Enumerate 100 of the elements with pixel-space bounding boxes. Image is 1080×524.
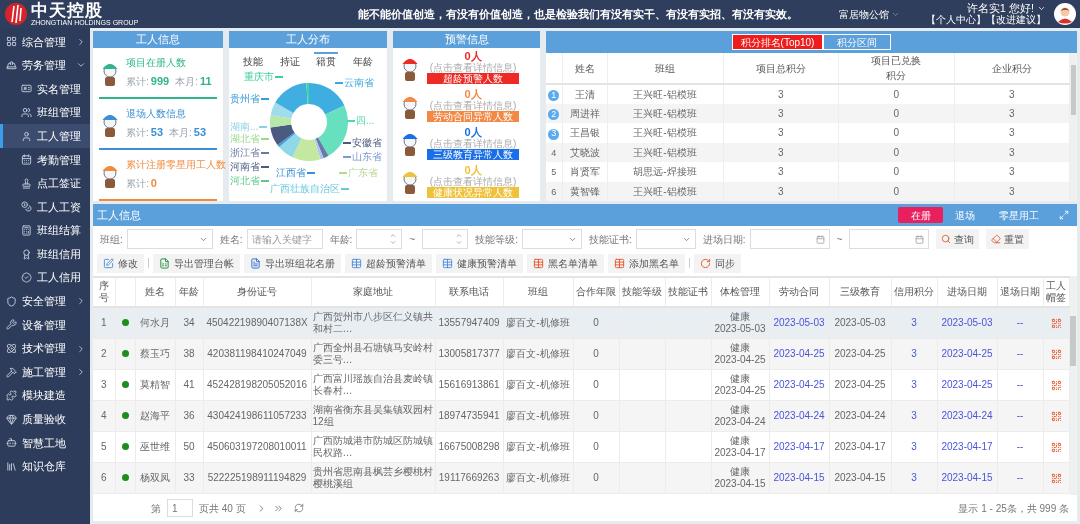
sidebar-item[interactable]: 劳务管理 — [0, 53, 90, 78]
date-field[interactable] — [849, 229, 930, 249]
table-cell: 3 — [954, 181, 1070, 201]
table-cell[interactable]: -- — [1016, 379, 1024, 390]
qr-code-icon[interactable] — [1050, 410, 1062, 422]
sidebar-item[interactable]: 工人工资 — [0, 195, 90, 219]
toolbar-button[interactable]: 添加黑名单 — [608, 253, 685, 273]
chart-tab[interactable]: 技能 — [241, 52, 266, 69]
warning-label[interactable]: 超龄预警人数 — [427, 73, 519, 85]
qr-code-icon[interactable] — [1050, 318, 1062, 330]
sidebar-item[interactable]: 模块建造 — [0, 383, 90, 408]
qr-code-icon[interactable] — [1050, 472, 1062, 484]
table-cell[interactable]: 2023-04-25 — [941, 348, 993, 359]
stat-label: 本月: — [169, 126, 192, 141]
table-cell[interactable]: 2023-04-15 — [941, 472, 993, 483]
avatar-icon[interactable] — [1054, 3, 1076, 25]
table-cell[interactable]: 3 — [911, 441, 917, 452]
table-cell[interactable]: 2023-04-25 — [773, 379, 825, 390]
sidebar-item[interactable]: 知识仓库 — [0, 454, 90, 479]
sidebar-item[interactable]: 班组管理 — [0, 100, 90, 125]
sidebar-item[interactable]: 智慧工地 — [0, 431, 90, 455]
select-field[interactable] — [635, 229, 696, 249]
table-cell[interactable]: 3 — [911, 379, 917, 390]
chart-tab[interactable]: 籍贯 — [314, 52, 339, 69]
table-cell[interactable]: 2023-05-03 — [941, 317, 993, 329]
chart-tab[interactable]: 年龄 — [350, 52, 375, 69]
table-cell[interactable]: 2023-04-17 — [941, 441, 993, 452]
qr-code-icon[interactable] — [1050, 441, 1062, 453]
table-cell[interactable]: -- — [1016, 348, 1024, 359]
qr-code-icon[interactable] — [1050, 379, 1062, 391]
user-menu[interactable]: 许名实1 您好! — [966, 2, 1046, 14]
select-field[interactable] — [126, 229, 213, 249]
column-header: 项目总积分 — [755, 61, 806, 76]
toolbar-button[interactable]: 超龄预警清单 — [345, 253, 432, 273]
table-cell[interactable]: -- — [1016, 410, 1024, 421]
table-cell: 0 — [838, 162, 955, 182]
sidebar-item[interactable]: 安全管理 — [0, 289, 90, 314]
table-cell[interactable]: -- — [1016, 441, 1024, 452]
table-cell[interactable]: 3 — [911, 348, 917, 359]
page-field[interactable]: 1 — [167, 499, 193, 517]
sidebar-item[interactable]: 综合管理 — [0, 30, 90, 54]
warning-label[interactable]: 三级教育异常人数 — [427, 148, 519, 160]
qr-code-icon[interactable] — [1050, 348, 1062, 360]
table-cell[interactable]: 2023-05-03 — [773, 317, 825, 329]
sidebar-item[interactable]: 技术管理 — [0, 336, 90, 361]
toolbar-button[interactable]: 导出班组花名册 — [244, 253, 341, 273]
date-field[interactable] — [749, 229, 830, 249]
refresh-icon[interactable] — [293, 503, 304, 513]
toolbar-button[interactable]: 同步 — [694, 253, 741, 273]
table-cell[interactable]: 2023-04-25 — [773, 348, 825, 359]
table-cell: 430424198611057233 — [207, 410, 307, 421]
expand-icon[interactable] — [1059, 210, 1069, 220]
number-field[interactable] — [422, 229, 469, 249]
toolbar-button[interactable]: 导出管理台帐 — [153, 253, 240, 273]
sidebar-item[interactable]: 施工管理 — [0, 360, 90, 384]
status-tab[interactable]: 在册 — [898, 207, 943, 223]
sidebar-item[interactable]: 工人管理 — [0, 124, 90, 148]
toolbar-button[interactable]: 黑名单清单 — [527, 253, 604, 273]
stat-title: 退场人数信息 — [126, 107, 187, 122]
sidebar-item[interactable]: 班组信用 — [0, 242, 90, 266]
header-link[interactable]: 【个人中心】 — [926, 14, 986, 26]
sidebar-item[interactable]: 点工签证 — [0, 171, 90, 196]
table-cell[interactable]: -- — [1016, 317, 1024, 329]
table-cell: 2023-04-17 — [834, 441, 886, 452]
table-cell: 0 — [593, 348, 599, 359]
table-cell[interactable]: 3 — [911, 317, 917, 329]
input-field[interactable]: 请输入关键字 — [246, 229, 323, 249]
toolbar-button[interactable]: 修改 — [97, 253, 144, 273]
project-selector[interactable]: 富居物公馆 — [839, 6, 900, 22]
sidebar-item[interactable]: 质量验收 — [0, 407, 90, 432]
number-field[interactable] — [356, 229, 403, 249]
table-cell[interactable]: 2023-04-24 — [941, 410, 993, 421]
select-field[interactable] — [521, 229, 582, 249]
table-cell: 2023-04-25 — [714, 353, 766, 366]
table-cell: 王兴旺-铝模班 — [607, 103, 723, 123]
table-cell[interactable]: -- — [1016, 472, 1024, 483]
table-cell: 周进祥 — [562, 103, 607, 123]
reset-button[interactable]: 重置 — [986, 229, 1030, 249]
table-cell[interactable]: 2023-04-15 — [773, 472, 825, 483]
table-cell[interactable]: 3 — [911, 410, 917, 421]
spreadsheet-icon — [159, 257, 170, 269]
table-cell[interactable]: 3 — [911, 472, 917, 483]
ranking-tab[interactable]: 积分排名(Top10) — [731, 34, 824, 50]
search-button[interactable]: 查询 — [936, 229, 980, 249]
id-card-icon — [21, 83, 32, 95]
sidebar-item[interactable]: 考勤管理 — [0, 147, 90, 172]
table-cell[interactable]: 2023-04-24 — [773, 410, 825, 421]
header-link[interactable]: 【改进建议】 — [986, 14, 1046, 26]
toolbar-button[interactable]: 健康预警清单 — [436, 253, 523, 273]
chart-tab[interactable]: 持证 — [277, 52, 302, 69]
sidebar-item[interactable]: 设备管理 — [0, 313, 90, 337]
sidebar-item[interactable]: 工人信用 — [0, 265, 90, 290]
up-icon — [389, 232, 398, 239]
sidebar-item[interactable]: 实名管理 — [0, 77, 90, 101]
column-header: 信用积分 — [894, 286, 934, 297]
table-cell[interactable]: 2023-04-17 — [773, 441, 825, 452]
table-cell: 420381198410247049 — [207, 348, 307, 359]
table-cell[interactable]: 2023-04-25 — [941, 379, 993, 390]
badge-icon — [21, 272, 32, 284]
sidebar-item[interactable]: 班组结算 — [0, 218, 90, 243]
